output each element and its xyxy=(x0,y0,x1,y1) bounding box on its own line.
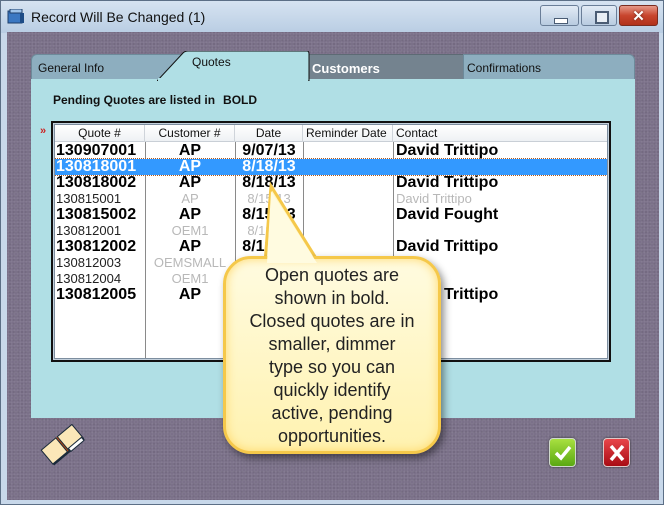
quote-cell: 130818001 xyxy=(56,159,137,175)
contact-cell: David Trittipo xyxy=(396,191,472,206)
title-bar[interactable]: Record Will Be Changed (1) ✕ xyxy=(1,1,663,33)
dialog-window: Record Will Be Changed (1) ✕ General Inf… xyxy=(0,0,664,505)
customer-cell: AP xyxy=(178,175,202,191)
column-header-customer[interactable]: Customer # xyxy=(145,125,235,142)
customer-cell: AP xyxy=(178,143,202,159)
date-cell: 8/18/13 xyxy=(242,159,296,175)
app-icon xyxy=(7,9,24,24)
table-row[interactable]: 130812002 AP 8/12/13 David Trittipo xyxy=(55,239,607,255)
book-icon[interactable] xyxy=(33,415,93,475)
column-header-quote[interactable]: Quote # xyxy=(55,125,145,142)
customer-cell: AP xyxy=(178,239,202,255)
grid-header: Quote # Customer # Date Reminder Date Co… xyxy=(55,125,607,142)
callout-line: Closed quotes are in xyxy=(249,311,415,331)
reminder-date-cell xyxy=(303,207,391,223)
contact-cell xyxy=(396,223,606,239)
table-row[interactable]: 130815002 AP 8/15/13 David Fought xyxy=(55,207,607,223)
tab-label: General Info xyxy=(38,61,105,75)
help-callout: Open quotes are shown in bold. Closed quot… xyxy=(223,256,441,454)
customer-cell: AP xyxy=(178,287,202,303)
quote-cell: 130812004 xyxy=(56,271,122,286)
callout-line: active, pending xyxy=(271,403,393,423)
contact-cell: David Fought xyxy=(396,207,499,223)
contact-cell: David Trittipo xyxy=(396,175,499,191)
reminder-date-cell xyxy=(303,191,391,207)
tab-label: Confirmations xyxy=(467,61,542,75)
customer-cell: OEMSMALL xyxy=(153,255,227,270)
table-row[interactable]: 130818001 AP 8/18/13 xyxy=(55,158,607,176)
ok-button[interactable] xyxy=(549,438,576,467)
customer-cell: AP xyxy=(178,207,202,223)
current-row-indicator: » xyxy=(40,125,47,137)
date-cell: 8/15/13 xyxy=(247,191,291,206)
table-row[interactable]: 130812001 OEM1 8/12/13 xyxy=(55,223,607,239)
maximize-button[interactable] xyxy=(581,5,617,26)
pending-label-emphasis: BOLD xyxy=(223,93,258,107)
reminder-date-cell xyxy=(303,143,391,159)
callout-line: opportunities. xyxy=(277,426,387,446)
contact-cell: David Trittipo xyxy=(396,239,499,255)
tab-quotes-shape xyxy=(157,51,310,81)
customer-cell: AP xyxy=(181,191,199,206)
tab-confirmations[interactable]: Confirmations xyxy=(463,54,635,80)
contact-cell: David Trittipo xyxy=(396,143,499,159)
cancel-button[interactable] xyxy=(603,438,630,467)
customer-cell: OEM1 xyxy=(171,271,209,286)
reminder-date-cell xyxy=(303,175,391,191)
quote-cell: 130812001 xyxy=(56,223,122,238)
quote-cell: 130812005 xyxy=(56,287,137,303)
contact-cell xyxy=(396,159,606,175)
close-icon: ✕ xyxy=(632,8,645,25)
quote-cell: 130812003 xyxy=(56,255,122,270)
customer-cell: OEM1 xyxy=(171,223,209,238)
callout-line: quickly identify xyxy=(273,380,391,400)
callout-line: shown in bold. xyxy=(274,288,390,308)
reminder-date-cell xyxy=(303,159,391,175)
table-row[interactable]: 130818002 AP 8/18/13 David Trittipo xyxy=(55,175,607,191)
date-cell: 8/12/13 xyxy=(242,239,296,255)
x-mark-icon xyxy=(609,444,625,462)
quote-cell: 130818002 xyxy=(56,175,137,191)
close-button[interactable]: ✕ xyxy=(619,5,658,26)
quote-cell: 130907001 xyxy=(56,143,137,159)
date-cell: 8/15/13 xyxy=(242,207,296,223)
pending-label-text: Pending Quotes are listed in xyxy=(53,93,216,107)
date-cell: 8/12/13 xyxy=(247,223,291,238)
pending-quotes-label: Pending Quotes are listed in BOLD xyxy=(53,93,257,107)
date-cell: 8/18/13 xyxy=(242,175,296,191)
tab-label: Quotes xyxy=(192,55,231,69)
table-row[interactable]: 130815001 AP 8/15/13 David Trittipo xyxy=(55,191,607,207)
checkmark-icon xyxy=(554,445,572,461)
callout-line: type so you can xyxy=(268,357,396,377)
customer-cell: AP xyxy=(178,159,202,175)
tab-label: Customers xyxy=(312,61,380,76)
reminder-date-cell xyxy=(303,239,391,255)
minimize-button[interactable] xyxy=(540,5,579,26)
column-header-reminder-date[interactable]: Reminder Date xyxy=(303,125,393,142)
callout-line: Open quotes are xyxy=(264,265,400,285)
callout-line: smaller, dimmer xyxy=(268,334,396,354)
table-row[interactable]: 130907001 AP 9/07/13 David Trittipo xyxy=(55,143,607,159)
reminder-date-cell xyxy=(303,223,391,239)
tab-quotes[interactable]: Quotes xyxy=(157,51,311,81)
tab-customers[interactable]: Customers xyxy=(309,54,463,80)
quote-cell: 130815001 xyxy=(56,191,122,206)
quote-cell: 130815002 xyxy=(56,207,137,223)
date-cell: 9/07/13 xyxy=(242,143,296,159)
window-title: Record Will Be Changed (1) xyxy=(31,9,206,25)
column-header-contact[interactable]: Contact xyxy=(393,125,607,142)
column-header-date[interactable]: Date xyxy=(235,125,303,142)
quote-cell: 130812002 xyxy=(56,239,137,255)
